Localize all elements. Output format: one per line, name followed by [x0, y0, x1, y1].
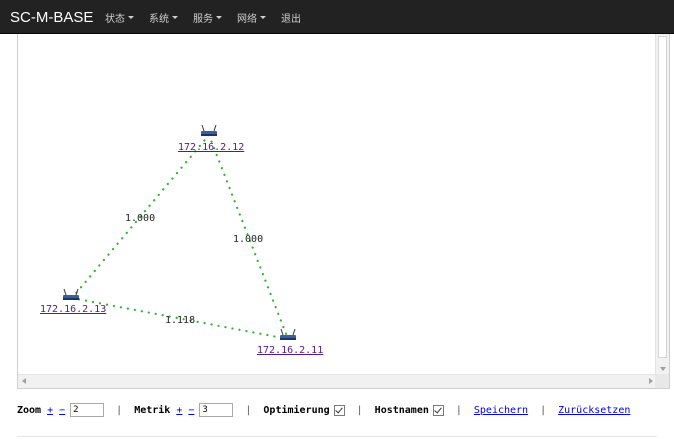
nav-item-network[interactable]: 网络	[237, 10, 266, 25]
node-172-16-2-11[interactable]: 172.16.2.11	[257, 328, 323, 356]
hostnamen-label: Hostnamen	[374, 404, 429, 416]
node-172-16-2-13[interactable]: 172.16.2.13	[40, 288, 106, 315]
metrik-minus-button[interactable]: −	[188, 405, 194, 416]
nav-item-label: 系统	[149, 13, 169, 25]
metrik-input[interactable]	[199, 403, 234, 417]
scrollbar-thumb[interactable]	[658, 36, 667, 358]
nav-menu: 状态 系统 服务 网络 退出	[105, 0, 316, 34]
caret-down-icon	[128, 15, 134, 19]
top-navbar: SC-M-BASE 状态 系统 服务 网络 退出	[0, 0, 674, 34]
save-link[interactable]: Speichern	[474, 405, 528, 416]
graph-controls: Zoom + − | Metrik + − | Optimierung | Ho…	[17, 401, 630, 419]
nav-item-label: 网络	[237, 13, 257, 25]
zoom-minus-button[interactable]: −	[59, 405, 65, 416]
zoom-input[interactable]	[70, 403, 105, 417]
topology-panel: 1.000 1.000 1.118 172.16.2.12 172.16.2.1…	[17, 34, 670, 389]
nav-item-logout[interactable]: 退出	[281, 10, 301, 25]
edge-label-12-11: 1.000	[233, 234, 263, 245]
graph-edge-labels: 1.000 1.000 1.118	[125, 213, 263, 326]
nav-item-label: 服务	[193, 13, 213, 25]
brand-title[interactable]: SC-M-BASE	[10, 9, 93, 26]
horizontal-scrollbar[interactable]	[18, 374, 657, 388]
router-icon	[280, 328, 296, 340]
optimierung-checkbox[interactable]	[333, 404, 345, 416]
edge-label-13-11: 1.118	[165, 315, 195, 326]
reset-link[interactable]: Zurücksetzen	[558, 405, 630, 416]
hostnamen-checkbox[interactable]	[432, 404, 444, 416]
edge-label-12-13: 1.000	[125, 213, 155, 224]
separator: |	[540, 404, 547, 416]
scrollbar-corner	[655, 374, 669, 388]
nav-item-system[interactable]: 系统	[149, 10, 178, 25]
optimierung-label: Optimierung	[263, 404, 330, 416]
metrik-plus-button[interactable]: +	[176, 405, 182, 416]
vertical-scrollbar[interactable]	[655, 34, 669, 374]
separator: |	[356, 404, 363, 416]
scroll-left-icon[interactable]	[22, 378, 26, 384]
separator: |	[116, 404, 123, 416]
zoom-plus-button[interactable]: +	[47, 405, 53, 416]
nav-item-label: 状态	[105, 13, 125, 25]
router-icon	[201, 124, 217, 136]
caret-down-icon	[172, 15, 178, 19]
scroll-down-icon[interactable]	[660, 367, 666, 371]
node-label[interactable]: 172.16.2.13	[40, 304, 106, 315]
metrik-label: Metrik	[134, 404, 171, 416]
separator: |	[245, 404, 252, 416]
footer-divider	[17, 436, 657, 437]
node-label[interactable]: 172.16.2.12	[178, 142, 244, 153]
caret-down-icon	[216, 15, 222, 19]
scroll-right-icon[interactable]	[649, 378, 653, 384]
node-172-16-2-12[interactable]: 172.16.2.12	[178, 124, 244, 153]
router-icon	[63, 288, 79, 300]
zoom-label: Zoom	[17, 404, 42, 416]
caret-down-icon	[260, 15, 266, 19]
node-label[interactable]: 172.16.2.11	[257, 345, 323, 356]
nav-item-label: 退出	[281, 13, 301, 25]
nav-item-services[interactable]: 服务	[193, 10, 222, 25]
separator: |	[455, 404, 462, 416]
topology-graph: 1.000 1.000 1.118 172.16.2.12 172.16.2.1…	[40, 124, 323, 356]
nav-item-status[interactable]: 状态	[105, 10, 134, 25]
